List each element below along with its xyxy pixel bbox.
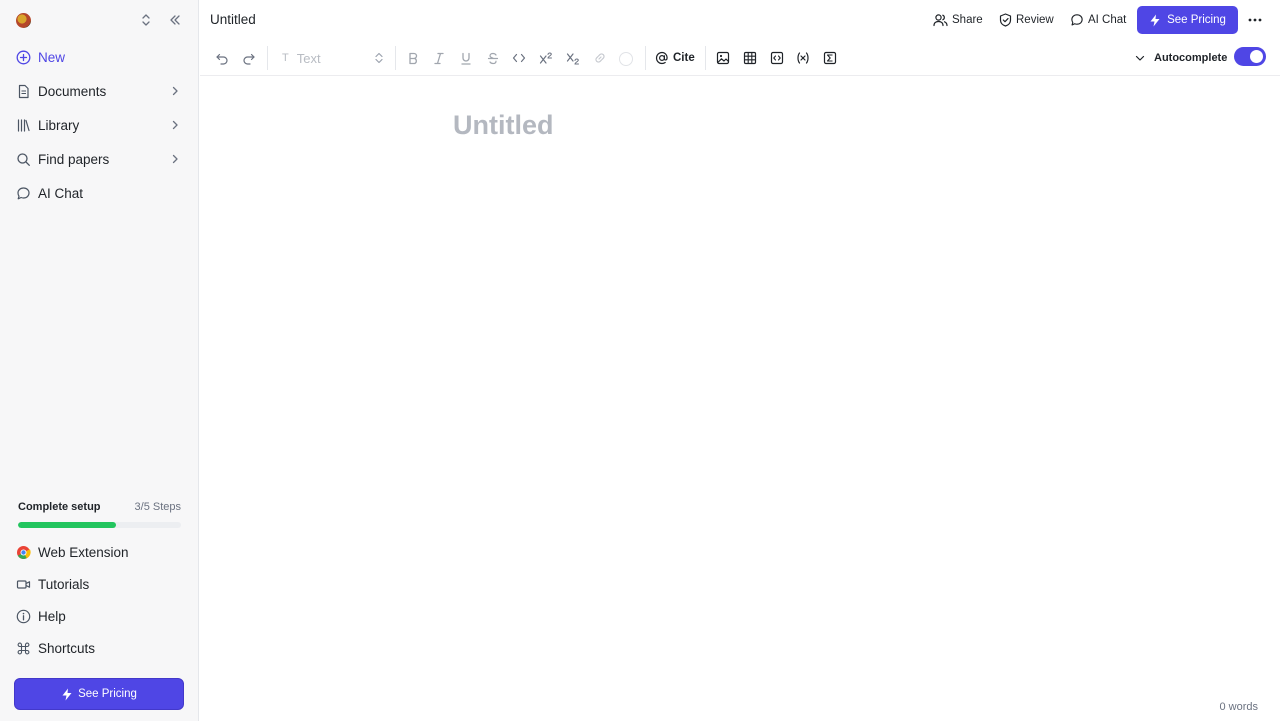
link-icon[interactable] <box>591 49 609 67</box>
toolbar-divider <box>645 46 646 70</box>
workspace-logo[interactable] <box>16 12 31 28</box>
setup-progress[interactable]: Complete setup 3/5 Steps <box>18 500 181 528</box>
info-icon <box>16 609 31 624</box>
see-pricing-label: See Pricing <box>1167 14 1226 26</box>
cite-button[interactable]: Cite <box>655 49 695 67</box>
underline-icon[interactable] <box>457 49 475 67</box>
text-color-icon[interactable] <box>619 52 633 66</box>
progress-fill <box>18 522 116 528</box>
sidebar-item-ai-chat[interactable]: AI Chat <box>8 176 191 210</box>
chevron-down-icon <box>1135 55 1145 61</box>
equation-icon[interactable] <box>821 49 839 67</box>
subscript-icon[interactable] <box>564 49 582 67</box>
video-icon <box>16 577 31 592</box>
setup-title: Complete setup <box>18 501 101 513</box>
autocomplete-toggle[interactable] <box>1234 47 1266 66</box>
redo-icon[interactable] <box>240 49 258 67</box>
sidebar-nav: New Documents Library Find papers AI Cha… <box>8 40 191 210</box>
strikethrough-icon[interactable] <box>484 49 502 67</box>
chrome-icon <box>16 545 31 560</box>
setup-steps: 3/5 Steps <box>134 501 181 513</box>
ai-chat-button[interactable]: AI Chat <box>1070 10 1126 30</box>
sidebar-item-label: Library <box>38 117 80 133</box>
toolbar-divider <box>395 46 396 70</box>
workspace-row <box>16 11 186 29</box>
lightning-icon <box>1150 14 1160 26</box>
chevron-right-icon <box>172 86 178 96</box>
sidebar-item-label: Shortcuts <box>38 640 96 656</box>
workspace-switch-icon[interactable] <box>138 11 154 29</box>
review-button[interactable]: Review <box>999 10 1054 30</box>
code-block-icon[interactable] <box>768 49 786 67</box>
see-pricing-button[interactable]: See Pricing <box>1137 6 1238 34</box>
users-icon <box>933 14 948 27</box>
library-icon <box>16 118 31 133</box>
sidebar-item-library[interactable]: Library <box>8 108 191 142</box>
sidebar-item-label: Tutorials <box>38 576 90 592</box>
sidebar: New Documents Library Find papers AI Cha… <box>0 0 199 721</box>
italic-icon[interactable] <box>430 49 448 67</box>
shield-check-icon <box>999 13 1012 27</box>
cite-label: Cite <box>673 52 695 64</box>
toggle-knob <box>1250 50 1263 63</box>
sidebar-item-new[interactable]: New <box>8 40 191 74</box>
document-icon <box>16 84 31 99</box>
lightning-icon <box>62 688 72 700</box>
editor-toolbar: T Text Cite Autocomplete <box>200 40 1280 76</box>
see-pricing-label: See Pricing <box>78 688 137 700</box>
text-style-value: Text <box>296 50 321 66</box>
top-header: Untitled Share Review AI Chat See Pricin… <box>200 0 1280 40</box>
progress-bar <box>18 522 181 528</box>
sidebar-item-label: Help <box>38 608 66 624</box>
chat-bubble-icon <box>1071 14 1083 26</box>
chevron-right-icon <box>172 154 178 164</box>
autocomplete-control[interactable]: Autocomplete <box>1134 49 1227 67</box>
plus-circle-icon <box>16 50 31 65</box>
sidebar-see-pricing-button[interactable]: See Pricing <box>14 678 184 710</box>
superscript-icon[interactable] <box>537 49 555 67</box>
chat-bubble-icon <box>16 186 31 201</box>
text-style-select[interactable]: T Text <box>278 49 384 67</box>
autocomplete-label: Autocomplete <box>1154 52 1228 64</box>
more-options-icon[interactable] <box>1247 12 1263 28</box>
ai-chat-label: AI Chat <box>1088 14 1127 26</box>
review-label: Review <box>1016 14 1054 26</box>
sidebar-item-label: Web Extension <box>38 544 129 560</box>
code-icon[interactable] <box>510 49 528 67</box>
collapse-sidebar-icon[interactable] <box>167 11 183 29</box>
undo-icon[interactable] <box>213 49 231 67</box>
chevron-right-icon <box>172 120 178 130</box>
table-icon[interactable] <box>741 49 759 67</box>
share-label: Share <box>952 14 983 26</box>
sidebar-item-documents[interactable]: Documents <box>8 74 191 108</box>
chevron-up-down-icon <box>375 52 383 64</box>
at-sign-icon <box>655 51 668 65</box>
sidebar-item-label: New <box>38 49 66 65</box>
sidebar-item-tutorials[interactable]: Tutorials <box>8 568 191 600</box>
sidebar-item-shortcuts[interactable]: Shortcuts <box>8 632 191 664</box>
variable-icon[interactable] <box>794 49 812 67</box>
bold-icon[interactable] <box>404 49 422 67</box>
text-type-icon: T <box>282 52 289 64</box>
sidebar-item-label: Find papers <box>38 151 110 167</box>
share-button[interactable]: Share <box>933 10 983 30</box>
word-count: 0 words <box>1219 701 1258 713</box>
sidebar-item-find-papers[interactable]: Find papers <box>8 142 191 176</box>
document-title[interactable]: Untitled <box>210 12 256 27</box>
toolbar-divider <box>705 46 706 70</box>
editor-title-placeholder[interactable]: Untitled <box>453 110 554 141</box>
search-icon <box>16 152 31 167</box>
toolbar-divider <box>267 46 268 70</box>
sidebar-item-help[interactable]: Help <box>8 600 191 632</box>
sidebar-item-label: AI Chat <box>38 185 84 201</box>
sidebar-item-web-extension[interactable]: Web Extension <box>8 536 191 568</box>
sidebar-bottom-nav: Web Extension Tutorials Help Shortcuts <box>8 536 191 664</box>
sidebar-item-label: Documents <box>38 83 107 99</box>
command-key-icon <box>16 641 31 656</box>
image-icon[interactable] <box>714 49 732 67</box>
